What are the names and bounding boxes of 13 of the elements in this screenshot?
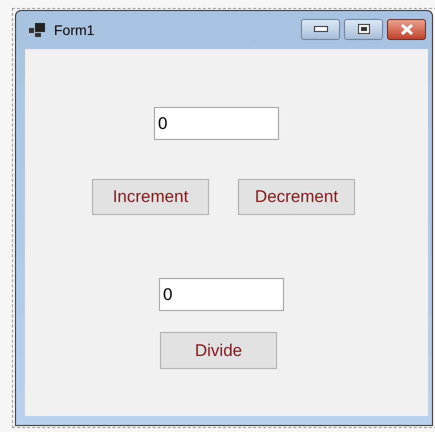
form-button[interactable]: Divide: [160, 332, 277, 369]
close-icon: [400, 24, 414, 34]
minimize-button[interactable]: [301, 18, 340, 40]
minimize-icon: [314, 26, 328, 32]
form-button[interactable]: Decrement: [238, 179, 355, 215]
app-icon: [29, 23, 46, 37]
text-field[interactable]: 0: [154, 107, 279, 140]
window-title: Form1: [54, 20, 94, 40]
form-button[interactable]: Increment: [92, 179, 209, 215]
close-button[interactable]: [387, 18, 426, 40]
maximize-icon: [358, 24, 370, 34]
text-field[interactable]: 0: [159, 278, 284, 311]
maximize-button[interactable]: [344, 18, 383, 40]
